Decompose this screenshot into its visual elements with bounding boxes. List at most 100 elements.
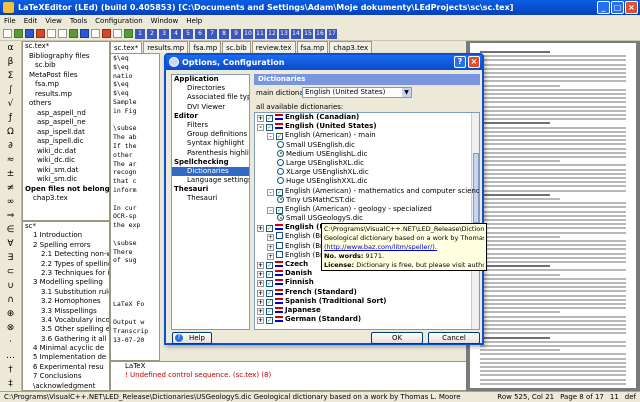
page-button[interactable]: 10 [243,28,253,39]
structure-item[interactable]: 3.3 Misspellings [23,307,109,316]
page-button[interactable]: 3 [159,28,169,39]
structure-item[interactable]: 3.6 Gathering it all to [23,335,109,344]
file-tree-item[interactable]: MetaPost files [23,71,109,81]
symbol-button[interactable]: √ [0,97,21,111]
expand-icon[interactable]: + [257,115,264,122]
page-button[interactable]: 9 [231,28,241,39]
editor-tab[interactable]: review.tex [251,41,296,53]
nav-item[interactable]: DVI Viewer [172,103,249,112]
nav-item[interactable]: Application [172,75,249,84]
structure-item[interactable]: 2.2 Types of spelling [23,260,109,269]
menu-item[interactable]: File [4,15,16,27]
dictionary-row[interactable]: Small USGeologyS.dic [255,214,479,223]
checkbox[interactable]: ✓ [266,298,273,306]
file-tree-item[interactable]: asp_aspell_nd [23,109,109,119]
symbol-button[interactable]: … [0,349,21,363]
dictionary-row[interactable]: Large USEnglishXL.dic [255,158,479,168]
symbol-button[interactable]: ± [0,167,21,181]
dictionary-row[interactable]: - ✓ English (American) - main [255,131,479,141]
structure-item[interactable]: 7 Conclusions [23,372,109,381]
nav-item[interactable]: Filters [172,121,249,130]
symbol-button[interactable]: Σ [0,69,21,83]
checkbox[interactable]: ✓ [266,307,273,315]
maximize-button[interactable]: □ [611,1,624,14]
page-button[interactable]: 12 [267,28,277,39]
symbol-button[interactable]: Ω [0,125,21,139]
structure-item[interactable]: sc* [23,222,109,231]
symbol-button[interactable]: ⇒ [0,209,21,223]
file-tree-item[interactable]: results.mp [23,90,109,100]
expand-icon[interactable]: + [257,262,264,269]
nav-item[interactable]: Spellchecking [172,158,249,167]
symbol-button[interactable]: ∞ [0,195,21,209]
structure-item[interactable]: 1 Introduction [23,231,109,240]
symbol-button[interactable]: ∈ [0,223,21,237]
expand-icon[interactable]: + [257,289,264,297]
page-button[interactable]: 8 [219,28,229,39]
radio-button[interactable] [277,158,284,166]
checkbox[interactable]: ✓ [266,124,273,132]
structure-item[interactable]: 6 Experimental resu [23,363,109,372]
symbol-button[interactable]: ƒ [0,111,21,125]
toolbar-tool-icon[interactable] [58,29,67,38]
close-button[interactable]: × [625,1,638,14]
checkbox[interactable]: ✓ [266,262,273,269]
log-error[interactable]: ! Undefined control sequence. (sc.tex) (… [111,371,469,380]
symbol-button[interactable]: ‡ [0,377,21,391]
nav-item[interactable]: Syntax highlight [172,139,249,148]
file-tree-item[interactable]: asp_ispell.dat [23,128,109,138]
ok-button[interactable]: OK [371,332,423,344]
toolbar-tool-icon[interactable] [113,29,122,38]
menu-item[interactable]: Tools [70,15,87,27]
toolbar-tool-icon[interactable] [3,29,12,38]
expand-icon[interactable]: - [267,206,274,214]
dialog-close-button[interactable]: × [468,56,480,68]
symbol-button[interactable]: ⊗ [0,321,21,335]
file-tree-item[interactable]: sc.tex* [23,42,109,52]
toolbar-tool-icon[interactable] [124,29,133,38]
file-tree-item[interactable]: fsa.mp [23,80,109,90]
page-button[interactable]: 2 [147,28,157,39]
editor-tab[interactable]: sc.tex* [110,41,143,53]
checkbox[interactable] [276,241,283,249]
expand-icon[interactable]: + [257,280,264,288]
nav-item[interactable]: Thesauri [172,194,249,203]
file-tree-item[interactable]: wiki_dc.dic [23,156,109,166]
page-button[interactable]: 13 [279,28,289,39]
page-button[interactable]: 15 [303,28,313,39]
structure-item[interactable]: 3.4 Vocabulary incorp [23,316,109,325]
page-button[interactable]: 4 [171,28,181,39]
file-tree-item[interactable]: asp_aspell_ne [23,118,109,128]
radio-button[interactable] [277,168,284,176]
structure-item[interactable]: 2.1 Detecting non-word [23,250,109,259]
toolbar-tool-icon[interactable] [14,29,23,38]
checkbox[interactable] [276,250,283,258]
page-button[interactable]: 14 [291,28,301,39]
toolbar-tool-icon[interactable] [80,29,89,38]
dialog-help-button[interactable]: ? [454,56,466,68]
nav-item[interactable]: Group definitions [172,130,249,139]
dictionary-row[interactable]: - ✓ English (American) - geology - special… [255,205,479,214]
toolbar-tool-icon[interactable] [69,29,78,38]
toolbar-tool-icon[interactable] [102,29,111,38]
help-button[interactable]: ? Help [172,332,212,344]
editor-tab[interactable]: fsa.mp [296,41,329,53]
editor-tab[interactable]: results.mp [143,41,189,53]
cancel-button[interactable]: Cancel [428,332,480,344]
nav-item[interactable]: Directories [172,84,249,93]
expand-icon[interactable]: + [267,234,274,242]
symbol-button[interactable]: † [0,363,21,377]
radio-button[interactable] [277,214,284,222]
expand-icon[interactable]: - [257,124,264,132]
dictionary-row[interactable]: + ✓ Spanish (Traditional Sort) [255,297,479,306]
symbol-button[interactable]: ∪ [0,279,21,293]
radio-button[interactable] [277,195,284,203]
structure-item[interactable]: \acknowledgment [23,382,109,390]
structure-item[interactable]: 5 Implementation de [23,353,109,362]
dictionary-row[interactable]: Medium USEnglishL.dic [255,149,479,159]
radio-button[interactable] [277,177,284,185]
structure-item[interactable]: 2.3 Techniques for isol [23,269,109,278]
page-button[interactable]: 16 [315,28,325,39]
nav-item[interactable]: Language settings [172,176,249,185]
main-dictionary-select[interactable]: English (United States) ▼ [302,87,412,98]
